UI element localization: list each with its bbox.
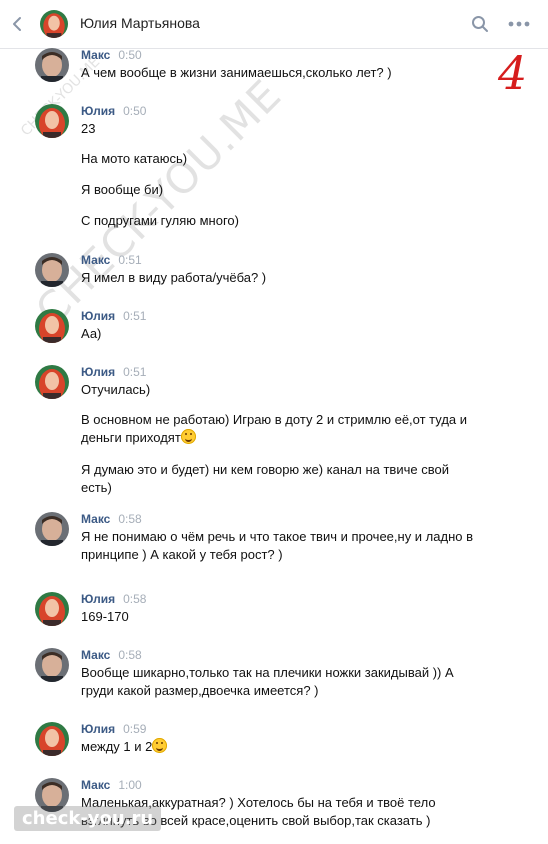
avatar[interactable] <box>35 512 69 546</box>
message-time: 0:58 <box>118 648 142 662</box>
message-text: Я думаю это и будет) ни кем говорю же) к… <box>81 462 453 495</box>
message-text: А чем вообще в жизни занимаешься,сколько… <box>81 65 392 80</box>
message-meta: Макс 1:00 <box>81 778 142 792</box>
message-time: 0:51 <box>118 253 142 267</box>
message-text: Я вообще би) <box>81 182 164 197</box>
avatar[interactable] <box>35 309 69 343</box>
message-time: 0:51 <box>123 309 147 323</box>
message-text-content: между 1 и 2 <box>81 739 153 754</box>
avatar-woman-icon <box>35 592 69 626</box>
author-name[interactable]: Юлия <box>81 309 115 323</box>
message-time: 0:58 <box>118 512 142 526</box>
author-name[interactable]: Юлия <box>81 365 115 379</box>
avatar-man-icon <box>35 253 69 287</box>
author-name[interactable]: Макс <box>81 648 110 662</box>
avatar[interactable] <box>35 592 69 626</box>
message-time: 0:50 <box>123 104 147 118</box>
avatar[interactable] <box>35 648 69 682</box>
chevron-left-icon[interactable] <box>8 14 28 34</box>
message-text: Я не понимаю о чём речь и что такое твич… <box>81 529 477 562</box>
annotation-number: 4 <box>498 46 528 100</box>
message-meta: Юлия 0:50 <box>81 104 146 118</box>
avatar-woman-icon <box>35 722 69 756</box>
search-icon[interactable] <box>470 14 490 34</box>
message-meta: Юлия 0:51 <box>81 309 146 323</box>
message-meta: Юлия 0:59 <box>81 722 146 736</box>
message-text: Я имел в виду работа/учёба? ) <box>81 270 267 285</box>
message-meta: Юлия 0:51 <box>81 365 146 379</box>
message-text: Отучилась) <box>81 382 151 397</box>
chat-header: Юлия Мартьянова <box>0 0 548 49</box>
message-time: 0:50 <box>118 48 142 62</box>
author-name[interactable]: Юлия <box>81 722 115 736</box>
avatar-man-icon <box>35 48 69 82</box>
message-time: 1:00 <box>118 778 142 792</box>
avatar-woman-icon <box>40 10 68 38</box>
message-time: 0:59 <box>123 722 147 736</box>
grinning-emoji-icon <box>180 429 196 444</box>
avatar[interactable] <box>35 48 69 82</box>
author-name[interactable]: Юлия <box>81 104 115 118</box>
more-horizontal-icon[interactable] <box>506 14 532 34</box>
message-time: 0:51 <box>123 365 147 379</box>
avatar-man-icon <box>35 648 69 682</box>
message-text: Аа) <box>81 326 102 341</box>
avatar[interactable] <box>35 722 69 756</box>
message-meta: Макс 0:50 <box>81 48 142 62</box>
watermark-large: CHECK-YOU.ME <box>26 69 291 335</box>
message-text: С подругами гуляю много) <box>81 213 239 228</box>
author-name[interactable]: Макс <box>81 778 110 792</box>
watermark-bottom: check-you.ru <box>14 806 162 831</box>
author-name[interactable]: Макс <box>81 512 110 526</box>
message-text: 169-170 <box>81 609 129 624</box>
contact-name[interactable]: Юлия Мартьянова <box>80 15 200 31</box>
message-text-content: В основном не работаю) Играю в доту 2 и … <box>81 412 471 445</box>
message-text: На мото катаюсь) <box>81 151 188 166</box>
message-meta: Юлия 0:58 <box>81 592 146 606</box>
author-name[interactable]: Макс <box>81 253 110 267</box>
message-time: 0:58 <box>123 592 147 606</box>
message-meta: Макс 0:58 <box>81 648 142 662</box>
avatar[interactable] <box>35 365 69 399</box>
avatar[interactable] <box>35 104 69 138</box>
message-text: 23 <box>81 121 96 136</box>
contact-avatar[interactable] <box>40 10 68 38</box>
message-meta: Макс 0:51 <box>81 253 142 267</box>
smiling-emoji-icon <box>152 738 168 753</box>
author-name[interactable]: Юлия <box>81 592 115 606</box>
message-meta: Макс 0:58 <box>81 512 142 526</box>
avatar-woman-icon <box>35 104 69 138</box>
avatar-woman-icon <box>35 365 69 399</box>
avatar-woman-icon <box>35 309 69 343</box>
message-text: между 1 и 2 <box>81 738 481 756</box>
message-text: В основном не работаю) Играю в доту 2 и … <box>81 411 476 447</box>
avatar-man-icon <box>35 512 69 546</box>
avatar[interactable] <box>35 253 69 287</box>
message-text: Вообще шикарно,только так на плечики нож… <box>81 665 458 698</box>
author-name[interactable]: Макс <box>81 48 110 62</box>
